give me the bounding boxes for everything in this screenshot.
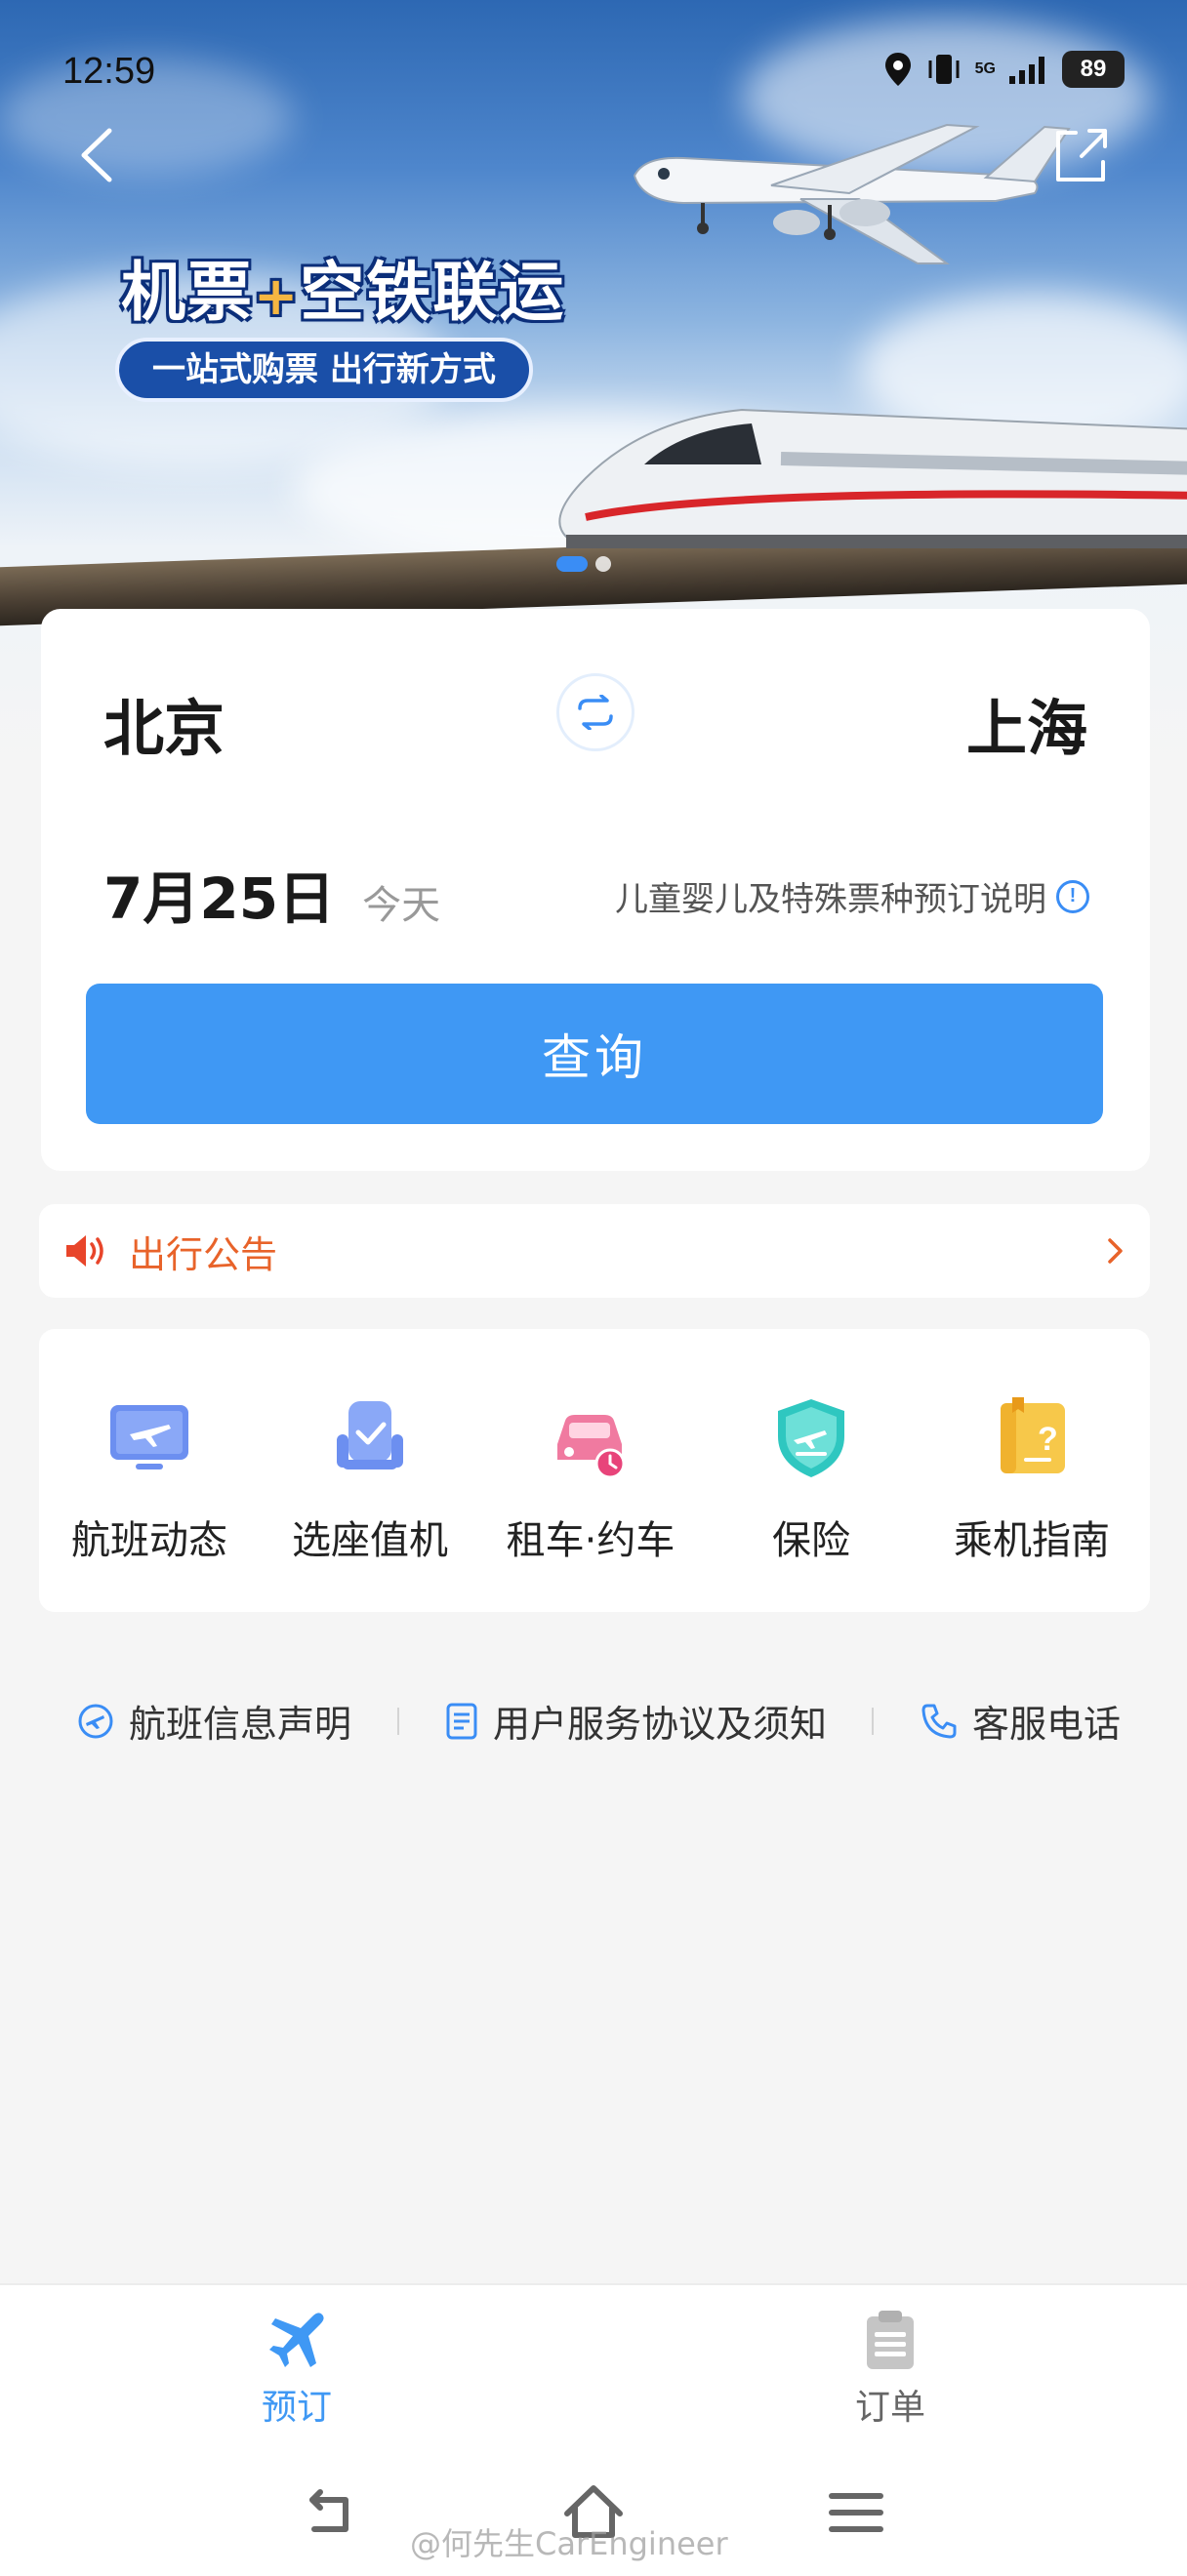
travel-announcement[interactable]: 出行公告 — [39, 1204, 1150, 1298]
carousel-indicator — [556, 556, 611, 572]
promo-title-part1: 机票 — [121, 255, 254, 330]
user-agreement-link[interactable]: 用户服务协议及须知 — [444, 1694, 827, 1748]
status-bar: 12:59 5G 89 — [0, 0, 1187, 127]
service-label: 乘机指南 — [954, 1518, 1110, 1563]
statement-icon — [78, 1704, 113, 1738]
service-label: 选座值机 — [292, 1518, 448, 1563]
vibrate-icon — [928, 55, 960, 84]
seat-checkin-icon — [337, 1401, 403, 1469]
notice-link-text: 儿童婴儿及特殊票种预订说明 — [615, 880, 1046, 919]
flight-status-icon — [110, 1405, 188, 1469]
arrival-city[interactable]: 上海 — [966, 679, 1087, 767]
search-card: 北京 上海 7月25日 今天 儿童婴儿及特殊票种预订说明 ! 查询 — [41, 609, 1150, 1171]
insurance-icon — [778, 1399, 844, 1477]
clipboard-icon — [867, 2311, 914, 2369]
swap-cities-button[interactable] — [556, 673, 634, 751]
watermark: @何先生CarEngineer — [410, 2525, 728, 2562]
date-hint: 今天 — [362, 883, 441, 928]
status-time: 12:59 — [62, 51, 156, 92]
svg-text:?: ? — [1038, 1421, 1058, 1458]
services-grid: 航班动态 选座值机 租车·约车 保险 ? 乘机指南 — [39, 1329, 1150, 1612]
info-icon: ! — [1056, 879, 1089, 913]
network-type: 5G — [974, 60, 996, 77]
battery-indicator: 89 — [1062, 51, 1125, 88]
chevron-right-icon — [1108, 1238, 1123, 1264]
signal-icon — [1009, 57, 1044, 84]
customer-service-link[interactable]: 客服电话 — [920, 1694, 1121, 1748]
divider — [872, 1707, 875, 1735]
special-ticket-notice-link[interactable]: 儿童婴儿及特殊票种预订说明 ! — [615, 872, 1089, 920]
promo-title-part2: 空铁联运 — [300, 255, 566, 330]
tab-label: 订单 — [854, 2388, 925, 2428]
phone-icon — [921, 1704, 957, 1738]
carousel-dot — [595, 556, 611, 572]
service-car-rental[interactable]: 租车·约车 — [480, 1395, 701, 1565]
share-button[interactable] — [1046, 121, 1115, 189]
service-label: 保险 — [772, 1518, 850, 1563]
speaker-icon — [66, 1235, 103, 1267]
footer-links: 航班信息声明 用户服务协议及须知 客服电话 — [76, 1694, 1121, 1748]
search-button[interactable]: 查询 — [86, 984, 1103, 1124]
car-rental-icon — [557, 1415, 626, 1479]
service-insurance[interactable]: 保险 — [701, 1395, 921, 1565]
date-selector[interactable]: 7月25日 今天 — [103, 853, 440, 935]
service-seat-checkin[interactable]: 选座值机 — [260, 1395, 480, 1565]
tab-booking[interactable]: 预订 — [199, 2309, 394, 2430]
departure-date[interactable]: 7月25日 — [103, 853, 335, 935]
carousel-dot-active — [556, 556, 588, 572]
document-icon — [446, 1703, 477, 1739]
swap-icon — [578, 695, 613, 730]
bottom-tab-bar: 预订 订单 — [0, 2283, 1187, 2439]
footer-link-label: 用户服务协议及须知 — [492, 1703, 827, 1746]
footer-link-label: 航班信息声明 — [129, 1703, 352, 1746]
departure-city[interactable]: 北京 — [103, 679, 225, 767]
tab-orders[interactable]: 订单 — [793, 2309, 988, 2430]
status-icons: 5G 89 — [883, 51, 1125, 88]
airplane-illustration — [633, 123, 1071, 264]
train-illustration — [558, 408, 1187, 548]
airplane-icon — [269, 2313, 324, 2367]
promo-title: 机票+空铁联运 — [109, 240, 577, 330]
boarding-guide-icon: ? — [1001, 1397, 1065, 1473]
service-label: 租车·约车 — [506, 1518, 675, 1563]
tab-label: 预订 — [261, 2388, 332, 2428]
service-flight-status[interactable]: 航班动态 — [39, 1395, 260, 1565]
divider — [396, 1707, 399, 1735]
flight-info-statement-link[interactable]: 航班信息声明 — [76, 1694, 351, 1748]
service-boarding-guide[interactable]: ? 乘机指南 — [921, 1395, 1142, 1565]
service-label: 航班动态 — [71, 1518, 227, 1563]
promo-subtitle: 一站式购票 出行新方式 — [115, 338, 533, 402]
nav-back-button[interactable] — [295, 2478, 363, 2547]
back-button[interactable] — [70, 121, 125, 189]
location-icon — [884, 53, 911, 86]
announcement-label: 出行公告 — [129, 1232, 278, 1276]
promo-title-plus: + — [254, 265, 301, 327]
nav-menu-button[interactable] — [822, 2478, 890, 2547]
footer-link-label: 客服电话 — [971, 1703, 1121, 1746]
